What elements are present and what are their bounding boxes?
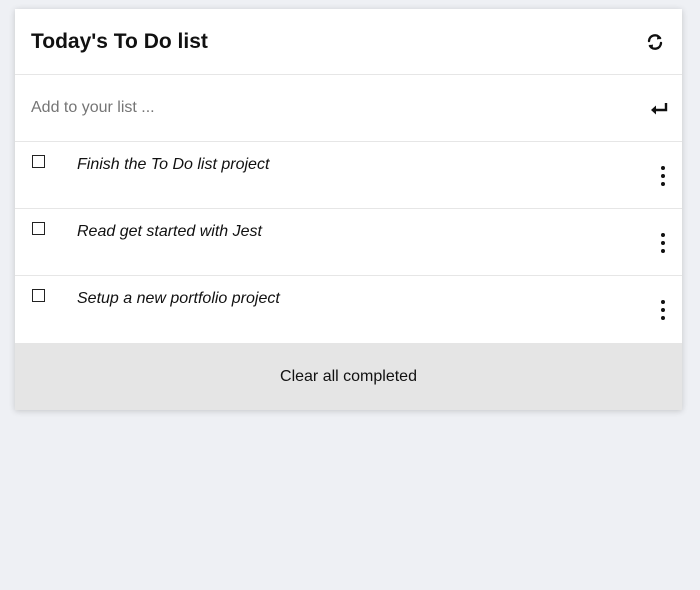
task-item: Setup a new portfolio project	[15, 276, 682, 343]
task-checkbox[interactable]	[32, 289, 45, 302]
refresh-icon[interactable]	[644, 31, 666, 53]
clear-completed-button[interactable]: Clear all completed	[15, 343, 682, 410]
enter-icon[interactable]	[648, 97, 670, 119]
task-checkbox[interactable]	[32, 222, 45, 235]
task-text: Read get started with Jest	[77, 223, 262, 240]
more-options-icon[interactable]	[658, 166, 668, 186]
page-title: Today's To Do list	[31, 29, 208, 53]
task-item: Read get started with Jest	[15, 209, 682, 276]
todo-card: Today's To Do list Finish the To Do list…	[15, 9, 682, 410]
task-item: Finish the To Do list project	[15, 142, 682, 209]
add-task-row	[15, 75, 682, 142]
add-task-input[interactable]	[31, 99, 648, 117]
task-text: Finish the To Do list project	[77, 156, 270, 173]
task-checkbox[interactable]	[32, 155, 45, 168]
task-text: Setup a new portfolio project	[77, 290, 280, 307]
todo-header: Today's To Do list	[15, 9, 682, 75]
more-options-icon[interactable]	[658, 233, 668, 253]
more-options-icon[interactable]	[658, 300, 668, 320]
